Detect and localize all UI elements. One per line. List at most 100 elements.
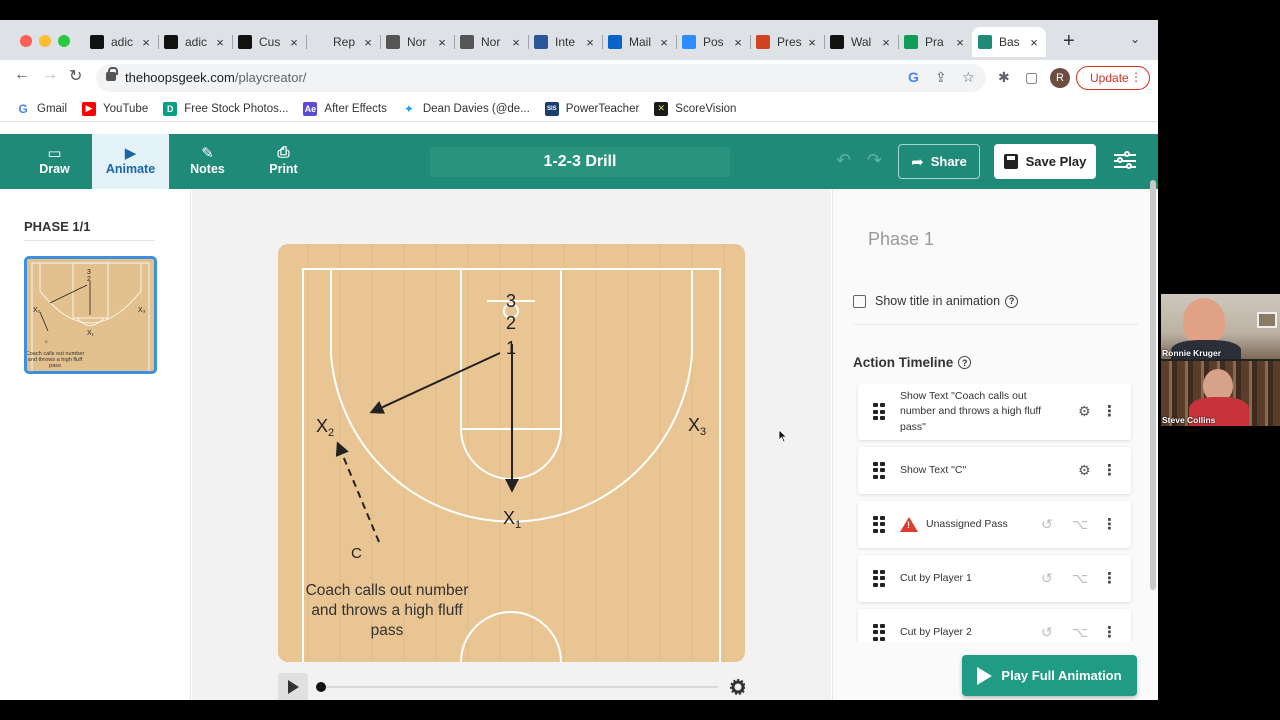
help-icon[interactable]: ?: [958, 356, 972, 369]
minimize-window-button[interactable]: [39, 35, 51, 47]
timeline-action-item[interactable]: Show Text "Coach calls out number and th…: [858, 384, 1131, 440]
bookmark-item[interactable]: ✕ ScoreVision: [654, 101, 736, 116]
tab-close-icon[interactable]: ×: [214, 35, 226, 50]
profile-avatar[interactable]: R: [1050, 68, 1070, 88]
drag-handle-icon[interactable]: [873, 623, 886, 641]
browser-tab[interactable]: Pres ×: [750, 27, 824, 57]
undo-icon[interactable]: ↶: [836, 150, 851, 171]
back-arrow-icon[interactable]: ←: [14, 66, 30, 84]
history-icon[interactable]: ↺: [1041, 516, 1053, 533]
tab-close-icon[interactable]: ×: [140, 35, 152, 50]
tab-search-chevron-icon[interactable]: ⌄: [1130, 32, 1140, 46]
history-icon[interactable]: ↺: [1041, 624, 1053, 641]
tab-close-icon[interactable]: ×: [954, 35, 966, 50]
coach-marker[interactable]: C: [351, 545, 362, 562]
help-icon[interactable]: ?: [1005, 294, 1019, 308]
save-play-button[interactable]: Save Play: [994, 144, 1096, 179]
browser-tab[interactable]: Inte ×: [528, 27, 602, 57]
action-kebab-menu-icon[interactable]: ⋮: [1102, 623, 1117, 641]
phase-thumbnail[interactable]: 3 2 X₂ X₃ X₁ C Coach calls out number an…: [24, 256, 157, 374]
tab-close-icon[interactable]: ×: [732, 35, 744, 50]
extensions-puzzle-icon[interactable]: ✱: [998, 69, 1010, 86]
branch-icon[interactable]: ⌥: [1072, 624, 1088, 641]
basketball-court[interactable]: 3 2 1 X2 X3 X1 C Coach calls out number …: [278, 244, 745, 662]
browser-tab[interactable]: Rep ×: [306, 27, 380, 57]
timeline-action-item[interactable]: Cut by Player 1 ↺ ⌥ ⋮: [858, 555, 1131, 602]
action-kebab-menu-icon[interactable]: ⋮: [1102, 402, 1117, 420]
browser-tab[interactable]: Mail ×: [602, 27, 676, 57]
playback-settings-gear-icon[interactable]: [730, 679, 746, 695]
browser-tab[interactable]: Pos ×: [676, 27, 750, 57]
action-kebab-menu-icon[interactable]: ⋮: [1102, 569, 1117, 587]
bookmark-star-icon[interactable]: ☆: [962, 69, 975, 86]
share-button[interactable]: ➦ Share: [898, 144, 980, 179]
side-panel-icon[interactable]: ▢: [1025, 69, 1038, 86]
branch-icon[interactable]: ⌥: [1072, 516, 1088, 533]
tab-close-icon[interactable]: ×: [658, 35, 670, 50]
pass-arrow-dashed[interactable]: [335, 441, 380, 543]
timeline-action-item[interactable]: Show Text "C" ⚙ ⋮: [858, 447, 1131, 494]
share-page-icon[interactable]: ⇪: [935, 69, 947, 86]
bookmark-item[interactable]: SIS PowerTeacher: [544, 101, 639, 116]
browser-tab[interactable]: adic ×: [84, 27, 158, 57]
phase-name-field[interactable]: Phase 1: [868, 229, 934, 250]
timeline-action-item[interactable]: Cut by Player 2 ↺ ⌥ ⋮: [858, 609, 1131, 642]
url-text[interactable]: thehoopsgeek.com/playcreator/: [125, 70, 306, 85]
mode-animate-button[interactable]: ▶ Animate: [92, 134, 169, 189]
browser-tab[interactable]: Nor ×: [454, 27, 528, 57]
defender-x2-marker[interactable]: X2: [316, 416, 334, 439]
history-icon[interactable]: ↺: [1041, 570, 1053, 587]
browser-tab[interactable]: adic ×: [158, 27, 232, 57]
action-kebab-menu-icon[interactable]: ⋮: [1102, 461, 1117, 479]
tab-close-icon[interactable]: ×: [436, 35, 448, 50]
show-title-checkbox[interactable]: [853, 294, 866, 308]
action-kebab-menu-icon[interactable]: ⋮: [1102, 515, 1117, 533]
player-1-marker[interactable]: 1: [506, 338, 516, 358]
timeline-action-item[interactable]: ! Unassigned Pass ↺ ⌥ ⋮: [858, 501, 1131, 548]
close-window-button[interactable]: [20, 35, 32, 47]
defender-x1-marker[interactable]: X1: [503, 508, 521, 531]
tab-close-icon[interactable]: ×: [288, 35, 300, 50]
bookmark-item[interactable]: G Gmail: [16, 101, 67, 116]
player-3-marker[interactable]: 3: [506, 291, 516, 311]
bookmark-item[interactable]: Ae After Effects: [303, 101, 387, 116]
tab-close-icon[interactable]: ×: [880, 35, 892, 50]
tab-close-icon[interactable]: ×: [510, 35, 522, 50]
drag-handle-icon[interactable]: [873, 403, 886, 420]
play-title-field[interactable]: 1-2-3 Drill: [430, 147, 730, 177]
browser-tab[interactable]: Pra ×: [898, 27, 972, 57]
drag-handle-icon[interactable]: [873, 515, 886, 533]
bookmark-item[interactable]: ▶ YouTube: [82, 101, 148, 116]
bookmark-item[interactable]: ✦ Dean Davies (@de...: [402, 102, 530, 116]
tab-close-icon[interactable]: ×: [584, 35, 596, 50]
playback-scrubber-handle[interactable]: [316, 682, 326, 692]
action-settings-sliders-icon[interactable]: ⚙: [1078, 403, 1091, 420]
browser-tab[interactable]: Cus ×: [232, 27, 306, 57]
bookmark-item[interactable]: D Free Stock Photos...: [163, 101, 288, 116]
maximize-window-button[interactable]: [58, 35, 70, 47]
browser-tab[interactable]: Nor ×: [380, 27, 454, 57]
drag-handle-icon[interactable]: [873, 461, 886, 479]
action-settings-sliders-icon[interactable]: ⚙: [1078, 462, 1091, 479]
court-caption[interactable]: Coach calls out number and throws a high…: [306, 582, 469, 639]
panel-scrollbar[interactable]: [1150, 180, 1156, 590]
redo-icon[interactable]: ↷: [867, 150, 882, 171]
mode-draw-button[interactable]: ▭ Draw: [16, 134, 93, 189]
update-button[interactable]: Update ⋮: [1076, 66, 1150, 90]
browser-tab[interactable]: Wal ×: [824, 27, 898, 57]
show-title-option[interactable]: Show title in animation ?: [853, 294, 1019, 308]
defender-x3-marker[interactable]: X3: [688, 415, 706, 438]
tab-close-icon[interactable]: ×: [1028, 35, 1040, 50]
reload-icon[interactable]: ↻: [69, 66, 82, 86]
google-translate-icon[interactable]: G: [908, 69, 919, 85]
new-tab-button[interactable]: +: [1063, 30, 1075, 53]
mode-notes-button[interactable]: ✎ Notes: [169, 134, 246, 189]
settings-sliders-icon[interactable]: [1114, 151, 1138, 171]
mode-print-button[interactable]: ⎙ Print: [245, 134, 322, 189]
address-bar[interactable]: thehoopsgeek.com/playcreator/ G ⇪ ☆: [96, 64, 986, 92]
tab-close-icon[interactable]: ×: [806, 35, 818, 50]
player-2-marker[interactable]: 2: [506, 313, 516, 333]
play-full-animation-button[interactable]: Play Full Animation: [962, 655, 1137, 696]
browser-tab[interactable]: Bas ×: [972, 27, 1046, 57]
branch-icon[interactable]: ⌥: [1072, 570, 1088, 587]
